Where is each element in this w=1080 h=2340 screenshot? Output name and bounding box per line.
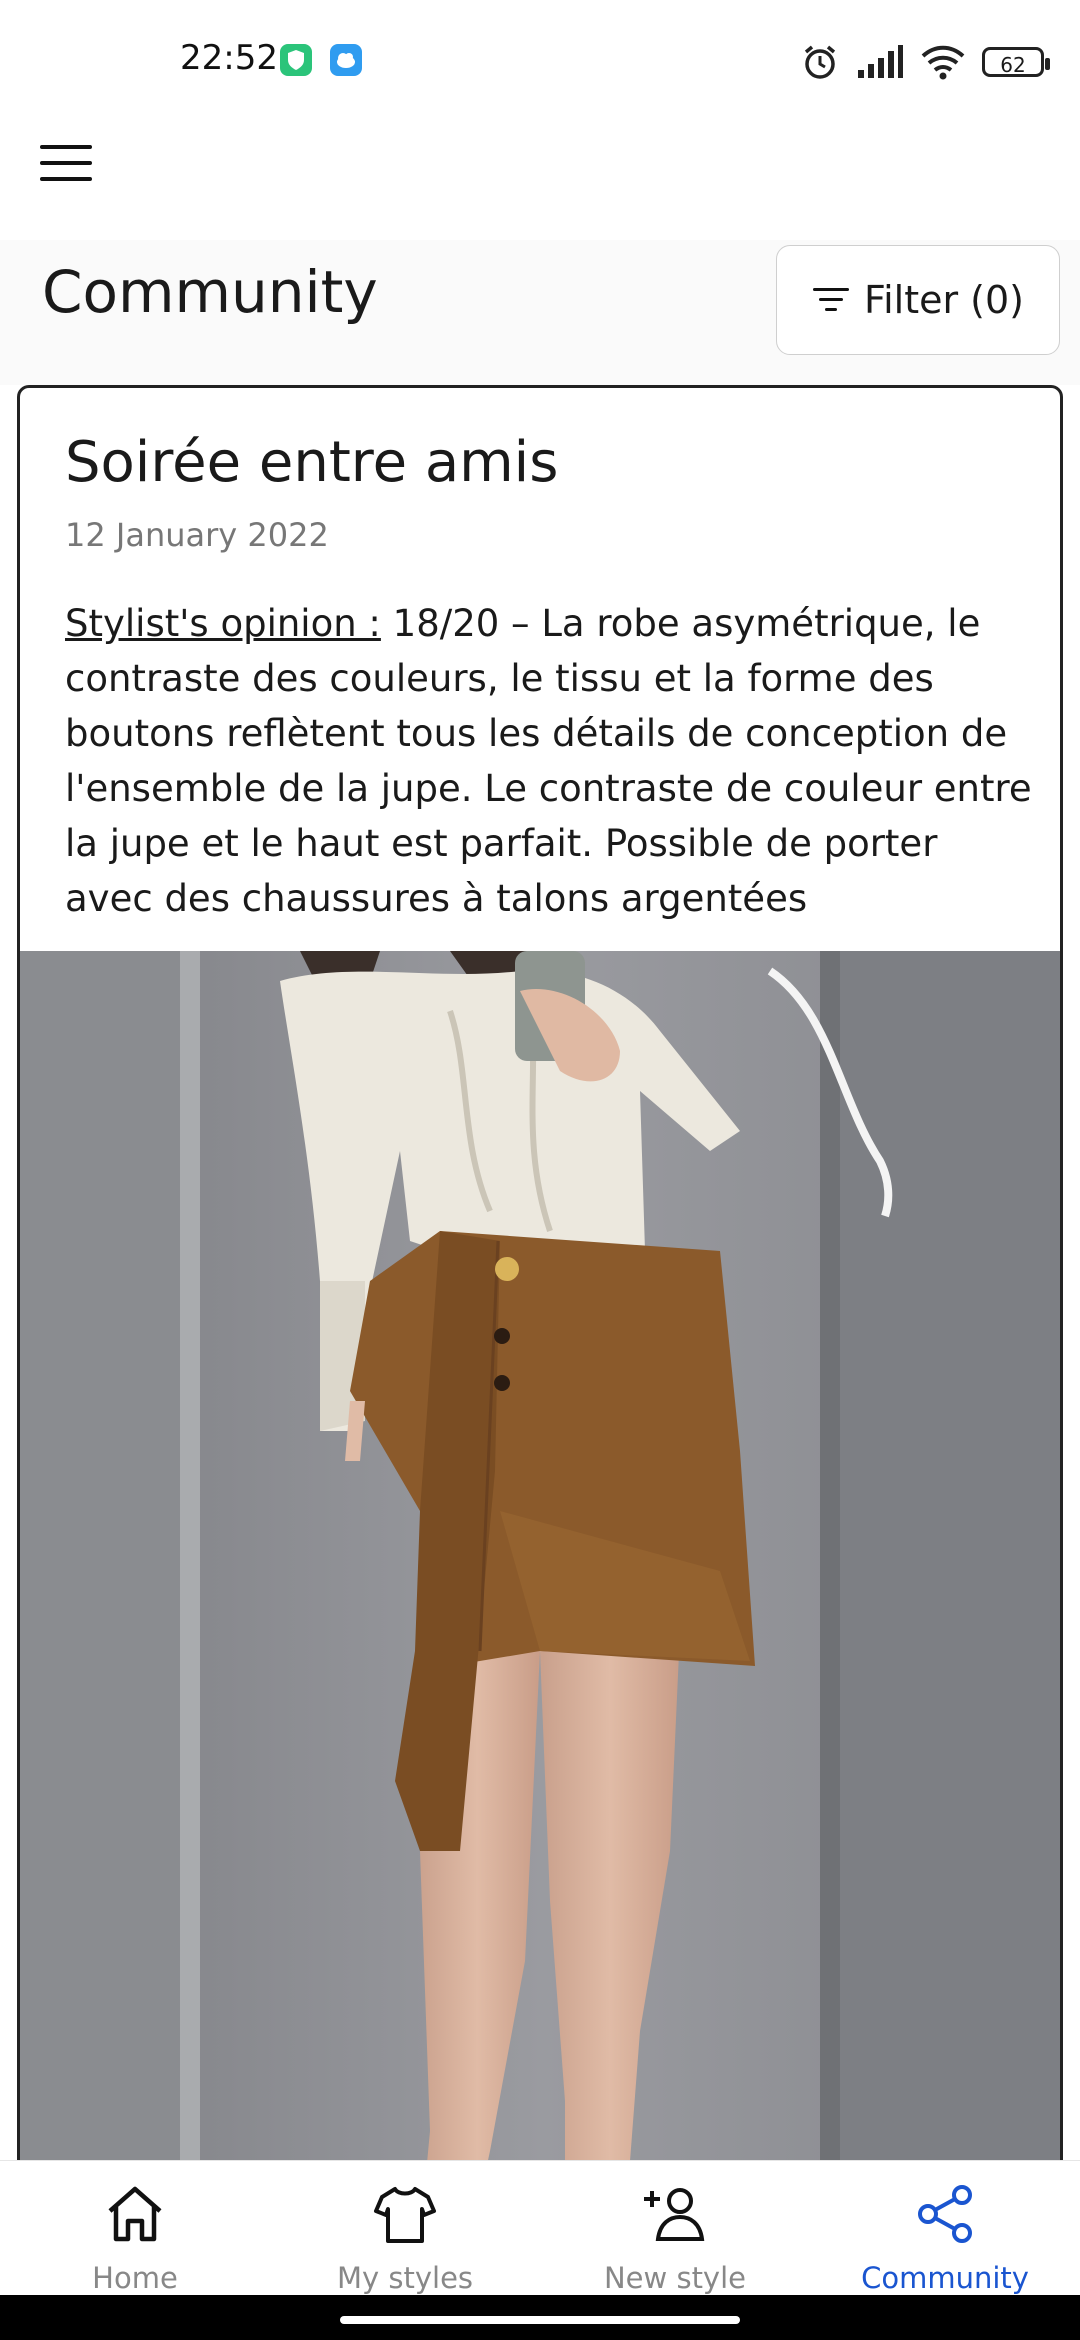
nav-community-label: Community xyxy=(861,2261,1029,2295)
nav-my-styles[interactable]: My styles xyxy=(270,2161,540,2296)
page-title: Community xyxy=(42,258,378,326)
hamburger-icon[interactable] xyxy=(40,145,100,185)
home-indicator[interactable] xyxy=(340,2316,740,2324)
add-person-icon xyxy=(644,2188,705,2241)
post-date: 12 January 2022 xyxy=(65,516,329,554)
share-icon xyxy=(918,2185,972,2243)
filter-label: Filter (0) xyxy=(863,278,1024,322)
opinion-text: 18/20 – La robe asymétrique, le contrast… xyxy=(65,602,1032,920)
cloud-app-icon xyxy=(330,44,362,76)
nav-home[interactable]: Home xyxy=(0,2161,270,2296)
status-bar: 22:52 62 xyxy=(0,0,1080,125)
status-time: 22:52 xyxy=(180,38,278,78)
signal-icon xyxy=(858,45,903,78)
stylist-opinion: Stylist's opinion : 18/20 – La robe asym… xyxy=(65,596,1035,926)
tshirt-icon xyxy=(374,2187,436,2243)
alarm-icon xyxy=(804,45,836,79)
nav-new-style[interactable]: New style xyxy=(540,2161,810,2296)
battery-icon: 62 xyxy=(982,47,1050,77)
nav-my-styles-label: My styles xyxy=(336,2261,474,2295)
opinion-label: Stylist's opinion : xyxy=(65,602,381,645)
nav-new-style-label: New style xyxy=(603,2261,746,2295)
outfit-photo xyxy=(20,951,1060,2282)
wifi-icon xyxy=(921,45,965,80)
post-card[interactable]: Soirée entre amis 12 January 2022 Stylis… xyxy=(17,385,1063,2285)
post-title: Soirée entre amis xyxy=(65,430,559,495)
shield-app-icon xyxy=(280,44,312,76)
bottom-nav: Home My styles New style Community xyxy=(0,2160,1080,2296)
nav-community[interactable]: Community xyxy=(810,2161,1080,2296)
filter-icon xyxy=(812,286,850,314)
filter-button[interactable]: Filter (0) xyxy=(776,245,1060,355)
home-icon xyxy=(108,2186,162,2242)
status-icons: 62 xyxy=(800,40,1050,84)
nav-home-label: Home xyxy=(92,2261,178,2295)
